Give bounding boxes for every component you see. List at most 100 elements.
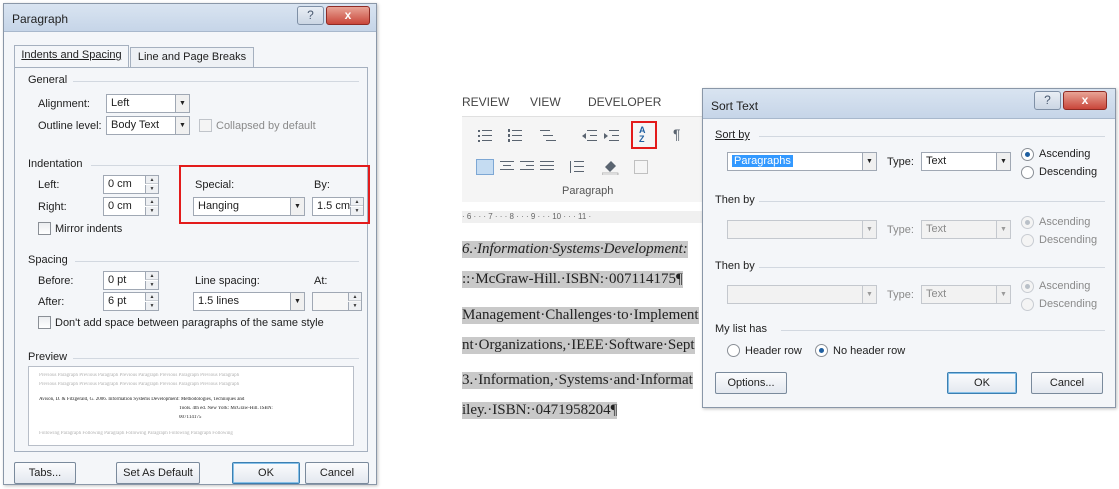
align-left-icon[interactable] (476, 159, 494, 175)
divider (73, 358, 359, 359)
then-by-ascending-radio[interactable] (1021, 216, 1034, 229)
ok-label: OK (974, 377, 990, 389)
spin-down-icon[interactable]: ▼ (145, 281, 158, 289)
preview-pane: Previous Paragraph Previous Paragraph Pr… (28, 366, 354, 446)
preview-sample-line: Avison, D. & Fitzgerald, G. 2006. Inform… (39, 397, 245, 402)
sort-dialog-body: Sort by Paragraphs ▼ Type: Text ▼ Ascend… (703, 120, 1115, 407)
pilcrow-icon[interactable]: ¶ (673, 126, 681, 142)
line-spacing-icon[interactable] (568, 160, 586, 174)
spin-down-icon[interactable]: ▼ (145, 302, 158, 310)
spin-up-icon[interactable]: ▲ (145, 293, 158, 301)
then-by-2-descending-radio[interactable] (1021, 298, 1034, 311)
no-header-row-label: No header row (833, 345, 906, 357)
line-spacing-value: 1.5 lines (198, 295, 239, 307)
spin-down-icon[interactable]: ▼ (145, 207, 158, 215)
spin-up-icon[interactable]: ▲ (348, 293, 361, 301)
spin-up-icon[interactable]: ▲ (145, 272, 158, 280)
close-button[interactable]: x (326, 6, 370, 25)
doc-line-text: iley.·ISBN:·0471958204¶ (462, 402, 618, 418)
align-right-icon[interactable] (520, 161, 534, 173)
divider (781, 330, 1105, 331)
before-label: Before: (38, 275, 74, 287)
ruler-text: · 6 · · · 7 · · · 8 · · · 9 · · · 10 · ·… (462, 212, 592, 221)
bullets-icon[interactable] (478, 129, 496, 143)
then-by-type-select[interactable]: Text ▼ (921, 220, 1011, 239)
numbering-icon[interactable] (508, 129, 526, 143)
sort-by-field-select[interactable]: Paragraphs ▼ (727, 152, 877, 171)
indent-left-spinner[interactable]: 0 cm ▲ ▼ (103, 175, 159, 194)
spin-down-icon[interactable]: ▼ (348, 302, 361, 310)
then-by-descending-radio[interactable] (1021, 234, 1034, 247)
paragraph-group-label: Paragraph (562, 185, 614, 197)
no-header-row-radio[interactable] (815, 344, 828, 357)
cancel-button[interactable]: Cancel (305, 462, 369, 484)
ok-button[interactable]: OK (947, 372, 1017, 394)
set-as-default-button[interactable]: Set As Default (116, 462, 200, 484)
then-by-2-field-select[interactable]: ▼ (727, 285, 877, 304)
multilevel-list-icon[interactable] (540, 129, 558, 143)
chevron-down-icon: ▼ (290, 293, 304, 310)
spin-up-icon[interactable]: ▲ (145, 176, 158, 184)
ribbon-tab-view[interactable]: VIEW (530, 95, 561, 109)
collapsed-checkbox[interactable] (199, 119, 212, 132)
cancel-button[interactable]: Cancel (1031, 372, 1103, 394)
then-by-2-type-label: Type: (887, 289, 914, 301)
options-button[interactable]: Options... (715, 372, 787, 394)
sort-by-type-select[interactable]: Text ▼ (921, 152, 1011, 171)
after-label: After: (38, 296, 65, 308)
collapsed-label: Collapsed by default (216, 120, 316, 132)
chevron-down-icon: ▼ (996, 153, 1010, 170)
tab-line-and-page-breaks[interactable]: Line and Page Breaks (130, 47, 254, 67)
shading-icon[interactable] (602, 159, 620, 175)
line-spacing-label: Line spacing: (195, 275, 260, 287)
then-by-2-ascending-radio[interactable] (1021, 280, 1034, 293)
doc-line: iley.·ISBN:·0471958204¶ (462, 402, 618, 419)
spin-down-icon[interactable]: ▼ (145, 185, 158, 193)
doc-line-text: nt·Organizations,·IEEE·Software·Sept (462, 337, 695, 353)
dont-add-space-checkbox[interactable] (38, 316, 51, 329)
tab-label: Line and Page Breaks (137, 51, 247, 63)
sort-by-ascending-radio[interactable] (1021, 148, 1034, 161)
ok-button[interactable]: OK (232, 462, 300, 484)
decrease-indent-icon[interactable] (582, 129, 598, 143)
then-by-field-select[interactable]: ▼ (727, 220, 877, 239)
chevron-down-icon: ▼ (996, 221, 1010, 238)
before-spinner[interactable]: 0 pt ▲ ▼ (103, 271, 159, 290)
close-button[interactable]: x (1063, 91, 1107, 110)
justify-icon[interactable] (540, 161, 554, 173)
outline-level-value: Body Text (111, 119, 160, 131)
chevron-down-icon: ▼ (862, 286, 876, 303)
ribbon-tab-developer[interactable]: DEVELOPER (588, 95, 661, 109)
ribbon-tab-review[interactable]: REVIEW (462, 95, 509, 109)
tab-indents-and-spacing[interactable]: Indents and Spacing (14, 45, 129, 67)
then-by-2-type-select[interactable]: Text ▼ (921, 285, 1011, 304)
outline-level-select[interactable]: Body Text ▼ (106, 116, 190, 135)
divider (75, 261, 359, 262)
alignment-select[interactable]: Left ▼ (106, 94, 190, 113)
header-row-radio[interactable] (727, 344, 740, 357)
then-by-type-label: Type: (887, 224, 914, 236)
help-button[interactable]: ? (297, 6, 324, 25)
sort-by-ascending-label: Ascending (1039, 148, 1091, 160)
at-spinner[interactable]: ▲ ▼ (312, 292, 362, 311)
after-spinner[interactable]: 6 pt ▲ ▼ (103, 292, 159, 311)
indent-right-spinner[interactable]: 0 cm ▲ ▼ (103, 197, 159, 216)
indent-left-value: 0 cm (108, 178, 132, 190)
center-icon[interactable] (500, 161, 514, 173)
preview-previous-line: Previous Paragraph Previous Paragraph Pr… (39, 382, 240, 387)
increase-indent-icon[interactable] (604, 129, 620, 143)
help-button[interactable]: ? (1034, 91, 1061, 110)
sort-by-descending-label: Descending (1039, 166, 1098, 178)
tabs-button[interactable]: Tabs... (14, 462, 76, 484)
mirror-indents-checkbox[interactable] (38, 222, 51, 235)
sort-by-descending-radio[interactable] (1021, 166, 1034, 179)
sort-highlight-box (631, 121, 657, 149)
spin-up-icon[interactable]: ▲ (145, 198, 158, 206)
line-spacing-select[interactable]: 1.5 lines ▼ (193, 292, 305, 311)
header-row-label: Header row (745, 345, 802, 357)
before-value: 0 pt (108, 274, 127, 286)
preview-section-title: Preview (28, 351, 68, 363)
preview-following-line: Following Paragraph Following Paragraph … (39, 431, 233, 436)
borders-icon[interactable] (634, 160, 648, 174)
doc-line-text: ::·McGraw-Hill.·ISBN:·007114175¶ (462, 271, 683, 287)
